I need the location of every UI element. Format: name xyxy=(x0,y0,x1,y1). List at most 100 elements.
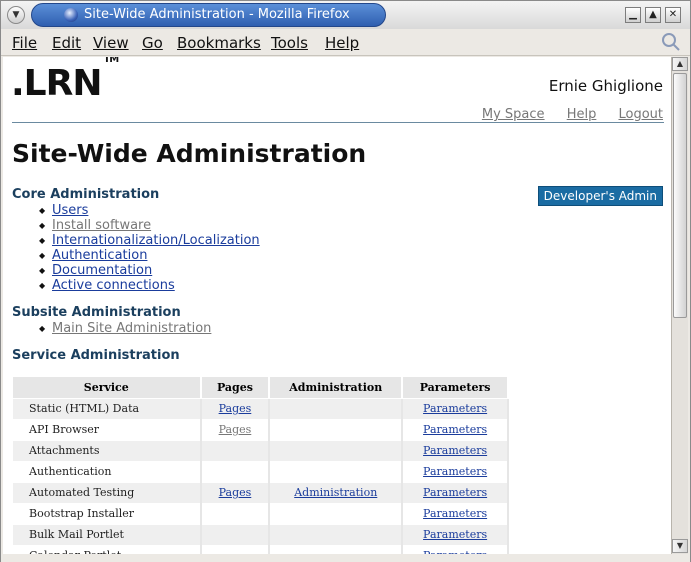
logo-text: .LRN xyxy=(11,63,102,104)
table-cell-pages xyxy=(200,460,271,482)
scroll-down-button[interactable]: ▼ xyxy=(672,539,688,553)
params-link[interactable]: Parameters xyxy=(423,465,487,478)
top-links: My Space Help Logout xyxy=(464,107,663,122)
table-cell-pages: Pages xyxy=(200,397,271,419)
list-item: Internationalization/Localization xyxy=(39,233,260,248)
table-cell-admin xyxy=(269,544,404,554)
scroll-thumb[interactable] xyxy=(673,73,687,318)
table-header-row: Service Pages Administration Parameters xyxy=(13,377,509,398)
pages-link[interactable]: Pages xyxy=(219,423,252,436)
documentation-link[interactable]: Documentation xyxy=(52,263,152,278)
params-link[interactable]: Parameters xyxy=(423,507,487,520)
menu-view[interactable]: View xyxy=(93,34,129,52)
menu-bar: File Edit View Go Bookmarks Tools Help xyxy=(1,29,690,56)
table-cell-params: Parameters xyxy=(402,502,509,524)
menu-go-label: Go xyxy=(142,34,163,52)
scroll-up-button[interactable]: ▲ xyxy=(672,57,688,71)
title-bar[interactable]: ▼ Site-Wide Administration - Mozilla Fir… xyxy=(1,1,690,29)
i18n-link[interactable]: Internationalization/Localization xyxy=(52,233,260,248)
col-pages: Pages xyxy=(200,377,271,398)
maximize-button[interactable]: ▲ xyxy=(645,7,661,23)
table-cell-admin: Administration xyxy=(269,481,404,503)
table-body: Static (HTML) Data Pages Parameters API Bro… xyxy=(13,397,509,554)
table-cell-pages xyxy=(200,502,271,524)
table-cell-pages xyxy=(200,544,271,554)
table-cell-params: Parameters xyxy=(402,544,509,554)
my-space-link[interactable]: My Space xyxy=(482,107,545,122)
params-link[interactable]: Parameters xyxy=(423,486,487,499)
authentication-link[interactable]: Authentication xyxy=(52,248,147,263)
table-cell-admin xyxy=(269,397,404,419)
user-name: Ernie Ghiglione xyxy=(548,77,663,95)
col-service: Service xyxy=(13,377,202,398)
active-connections-link[interactable]: Active connections xyxy=(52,278,175,293)
table-row: API Browser Pages Parameters xyxy=(13,418,509,440)
pages-link[interactable]: Pages xyxy=(219,402,252,415)
minimize-button[interactable]: ▁ xyxy=(625,7,641,23)
table-cell-params: Parameters xyxy=(402,418,509,440)
developers-admin-button[interactable]: Developer's Admin xyxy=(537,186,663,206)
help-link[interactable]: Help xyxy=(567,107,597,122)
menu-view-label: View xyxy=(93,34,129,52)
list-item: Main Site Administration xyxy=(39,321,211,336)
pages-link[interactable]: Pages xyxy=(219,486,252,499)
browser-window: ▼ Site-Wide Administration - Mozilla Fir… xyxy=(0,0,691,562)
lrn-logo: .LRNTM xyxy=(11,57,119,104)
menu-edit[interactable]: Edit xyxy=(52,34,81,52)
subsite-admin-heading: Subsite Administration xyxy=(12,305,181,320)
params-link[interactable]: Parameters xyxy=(423,528,487,541)
table-cell-params: Parameters xyxy=(402,481,509,503)
params-link[interactable]: Parameters xyxy=(423,423,487,436)
table-cell-service: Bootstrap Installer xyxy=(13,502,202,524)
table-cell-admin xyxy=(269,523,404,545)
table-cell-params: Parameters xyxy=(402,523,509,545)
table-cell-admin xyxy=(269,418,404,440)
admin-link[interactable]: Administration xyxy=(294,486,377,499)
window-title: Site-Wide Administration - Mozilla Firef… xyxy=(84,7,350,22)
table-cell-service: Attachments xyxy=(13,439,202,461)
table-cell-service: Static (HTML) Data xyxy=(13,397,202,419)
table-cell-pages: Pages xyxy=(200,481,271,503)
table-cell-params: Parameters xyxy=(402,397,509,419)
list-item: Users xyxy=(39,203,260,218)
core-admin-list: Users Install software Internationalizat… xyxy=(39,203,260,293)
table-cell-service: Automated Testing xyxy=(13,481,202,503)
table-cell-admin xyxy=(269,460,404,482)
table-row: Attachments Parameters xyxy=(13,439,509,461)
table-cell-pages: Pages xyxy=(200,418,271,440)
menu-bookmarks-label: Bookmarks xyxy=(177,34,261,52)
table-row: Automated Testing Pages Administration Para… xyxy=(13,481,509,503)
params-link[interactable]: Parameters xyxy=(423,402,487,415)
page-title: Site-Wide Administration xyxy=(12,139,367,168)
table-cell-service: API Browser xyxy=(13,418,202,440)
close-button[interactable]: ✕ xyxy=(665,7,681,23)
subsite-admin-list: Main Site Administration xyxy=(39,321,211,336)
col-parameters: Parameters xyxy=(402,377,509,398)
menu-help[interactable]: Help xyxy=(325,34,359,52)
title-pill: Site-Wide Administration - Mozilla Firef… xyxy=(31,3,386,27)
users-link[interactable]: Users xyxy=(52,203,88,218)
menu-bookmarks[interactable]: Bookmarks xyxy=(177,34,261,52)
table-cell-admin xyxy=(269,502,404,524)
install-software-link[interactable]: Install software xyxy=(52,218,151,233)
params-link[interactable]: Parameters xyxy=(423,444,487,457)
table-row: Authentication Parameters xyxy=(13,460,509,482)
col-administration: Administration xyxy=(269,377,404,398)
menu-tools[interactable]: Tools xyxy=(271,34,308,52)
table-cell-service: Bulk Mail Portlet xyxy=(13,523,202,545)
vertical-scrollbar[interactable]: ▲ ▼ xyxy=(671,57,688,554)
table-cell-admin xyxy=(269,439,404,461)
window-menu-button[interactable]: ▼ xyxy=(7,6,25,24)
list-item: Active connections xyxy=(39,278,260,293)
list-item: Install software xyxy=(39,218,260,233)
menu-file-label: File xyxy=(12,34,38,52)
menu-go[interactable]: Go xyxy=(142,34,163,52)
main-site-admin-link[interactable]: Main Site Administration xyxy=(52,321,211,336)
logout-link[interactable]: Logout xyxy=(618,107,663,122)
table-row: Static (HTML) Data Pages Parameters xyxy=(13,397,509,419)
table-row: Calendar Portlet Parameters xyxy=(13,544,509,554)
firefox-globe-icon xyxy=(64,8,78,22)
table-row: Bootstrap Installer Parameters xyxy=(13,502,509,524)
header-divider xyxy=(12,122,664,123)
menu-file[interactable]: File xyxy=(12,34,37,52)
